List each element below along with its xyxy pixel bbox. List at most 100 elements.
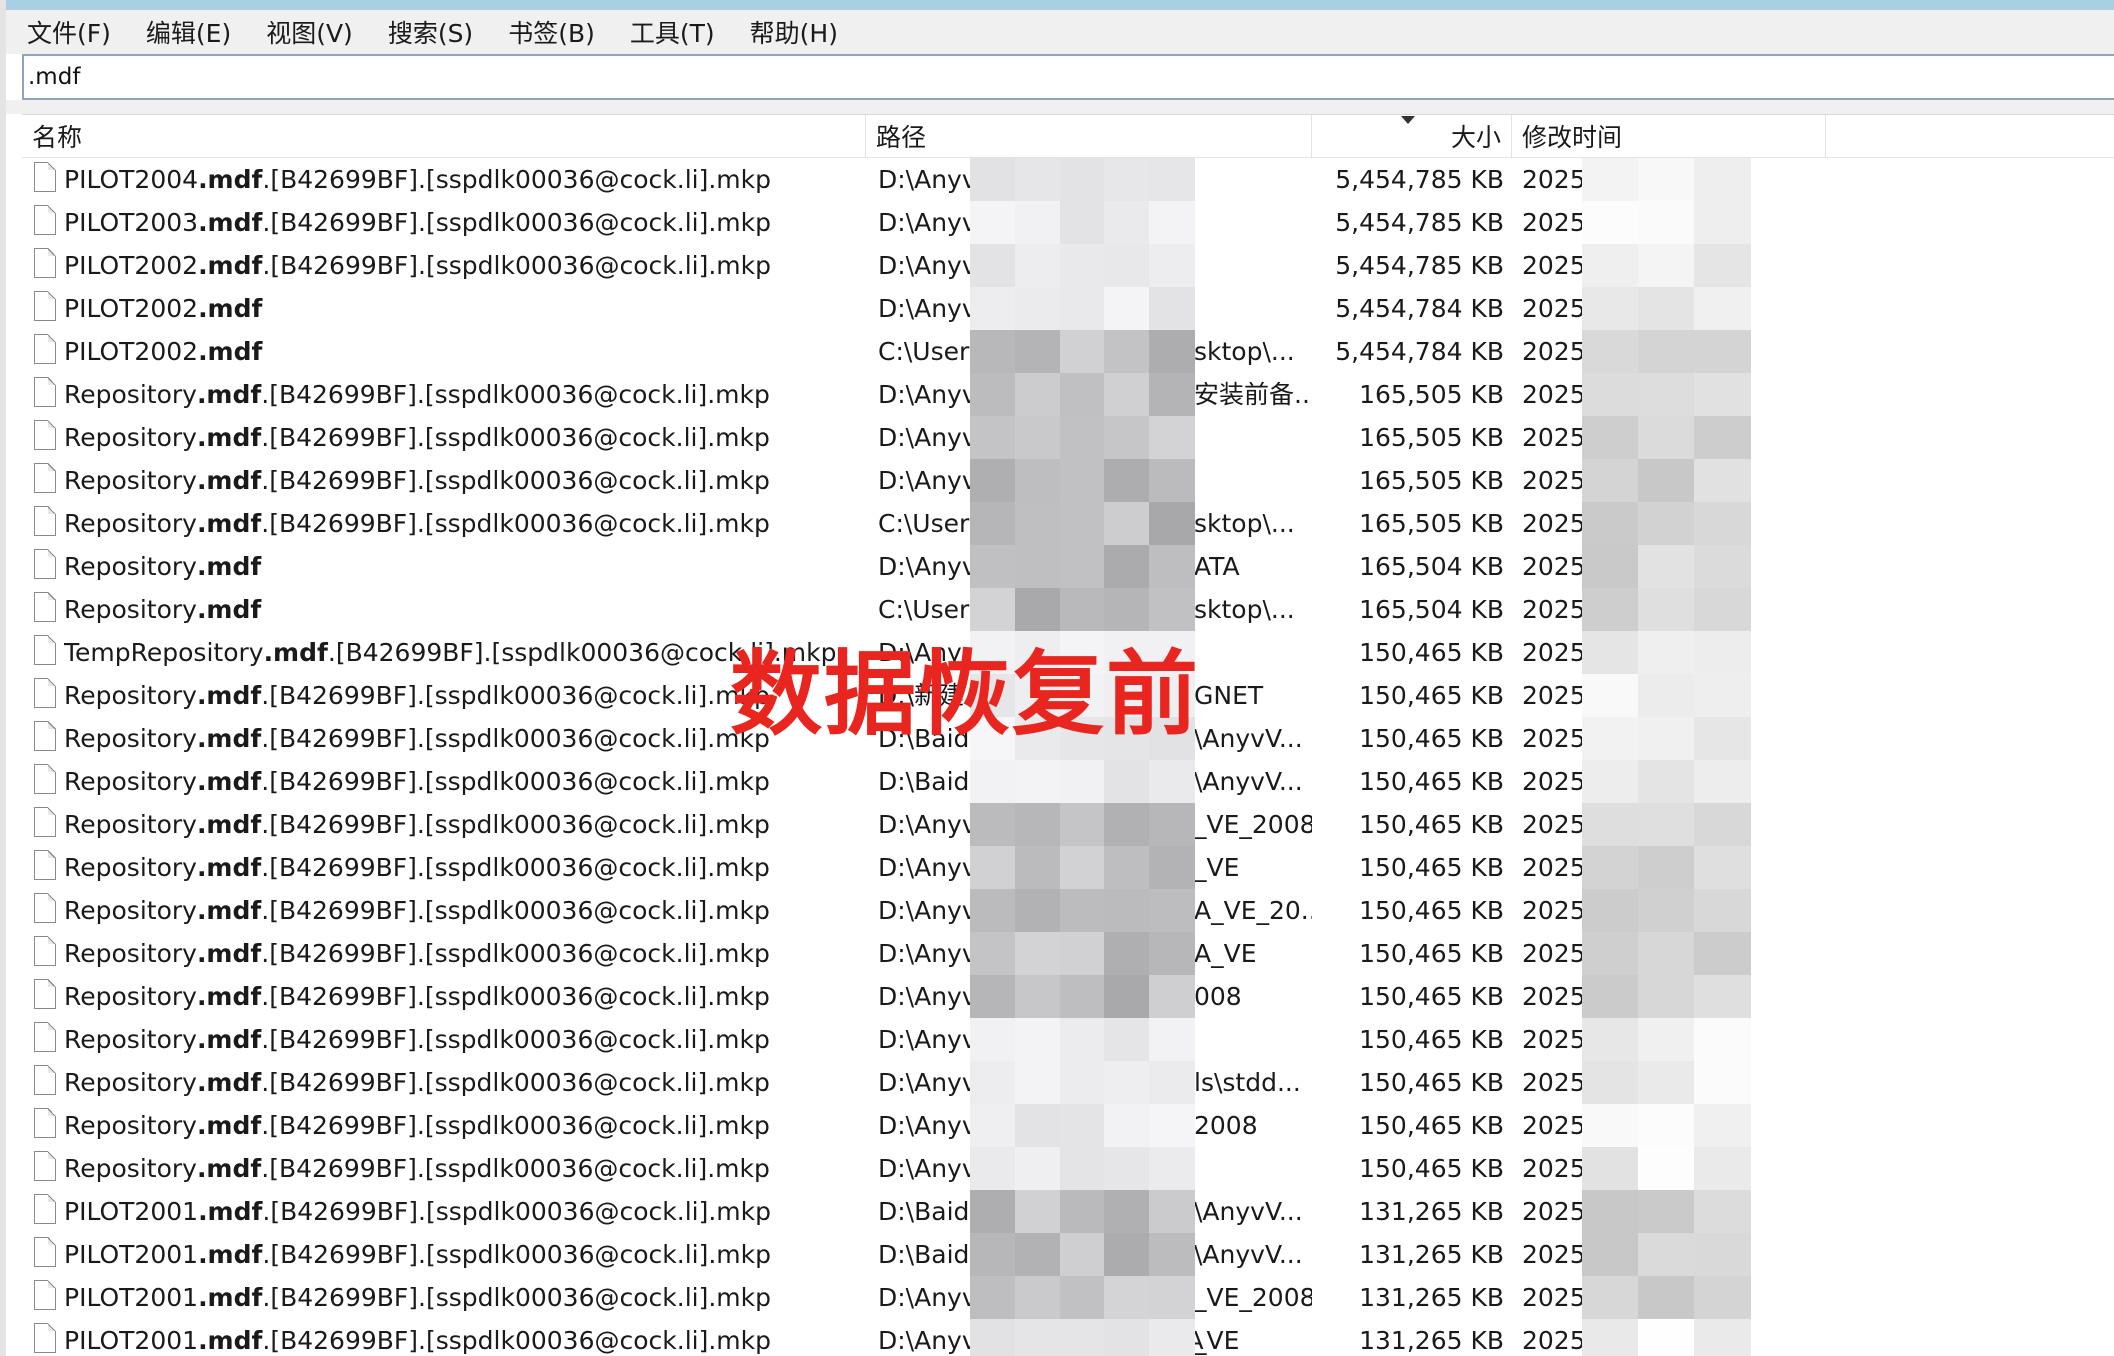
- file-name-match: .mdf: [198, 1326, 263, 1355]
- file-size: 150,465 KB: [1359, 982, 1504, 1011]
- file-path-end: [1194, 459, 1312, 502]
- file-icon: [34, 764, 56, 794]
- file-icon: [34, 420, 56, 450]
- file-size: 5,454,785 KB: [1335, 208, 1504, 237]
- file-name-match: .mdf: [196, 853, 262, 882]
- file-path-end: 2008: [1194, 1111, 1258, 1140]
- file-path-end: [1194, 158, 1312, 201]
- file-name: Repository.mdf.[B42699BF].[sspdlk00036@c…: [64, 416, 864, 459]
- file-path-start: D:\Anyv: [878, 1111, 977, 1140]
- file-name-match: .mdf: [196, 552, 262, 581]
- file-icon: [34, 592, 56, 622]
- file-icon: [34, 850, 56, 880]
- file-path-start: D:\Anyv: [878, 165, 977, 194]
- file-path-start: C:\User: [878, 337, 970, 366]
- file-name-base: Repository: [64, 423, 197, 452]
- file-path-end: sktop\...: [1194, 509, 1295, 538]
- file-name-match: .mdf: [196, 1111, 262, 1140]
- file-size: 165,505 KB: [1359, 509, 1504, 538]
- menu-bookmarks[interactable]: 书签(B): [494, 14, 609, 50]
- file-name: PILOT2001.mdf.[B42699BF].[sspdlk00036@co…: [64, 1276, 864, 1319]
- file-name-match: .mdf: [196, 681, 262, 710]
- file-icon: [34, 1022, 56, 1052]
- file-name-suffix: .[B42699BF].[sspdlk00036@cock.li].mkp: [262, 165, 771, 194]
- file-name-base: Repository: [64, 939, 197, 968]
- file-path-end: \AnyvV...: [1194, 1240, 1303, 1269]
- file-name-match: .mdf: [196, 1025, 262, 1054]
- file-name: PILOT2001.mdf.[B42699BF].[sspdlk00036@co…: [64, 1319, 864, 1356]
- file-name-suffix: .[B42699BF].[sspdlk00036@cock.li].mkp: [261, 423, 770, 452]
- file-name-match: .mdf: [198, 208, 263, 237]
- file-name-match: .mdf: [196, 724, 262, 753]
- file-path-start: D:\Anyv: [878, 1025, 977, 1054]
- file-name-base: TempRepository: [64, 638, 264, 667]
- file-name-match: .mdf: [196, 982, 262, 1011]
- file-path-start: D:\Anyv: [878, 1068, 977, 1097]
- file-path-start: D:\Anyv: [878, 896, 977, 925]
- file-size: 165,505 KB: [1359, 466, 1504, 495]
- file-name: PILOT2002.mdf: [64, 330, 864, 373]
- file-path-start: D:\Baid: [878, 1240, 970, 1269]
- file-size: 5,454,785 KB: [1335, 251, 1504, 280]
- file-name-match: .mdf: [196, 423, 262, 452]
- file-name-match: .mdf: [198, 251, 263, 280]
- file-size: 165,504 KB: [1359, 595, 1504, 624]
- file-name: PILOT2004.mdf.[B42699BF].[sspdlk00036@co…: [64, 158, 864, 201]
- file-icon: [34, 1237, 56, 1267]
- file-name: PILOT2001.mdf.[B42699BF].[sspdlk00036@co…: [64, 1233, 864, 1276]
- column-header-name-label: 名称: [32, 123, 83, 152]
- file-name-base: Repository: [64, 466, 197, 495]
- file-name-match: .mdf: [196, 767, 262, 796]
- file-name: Repository.mdf.[B42699BF].[sspdlk00036@c…: [64, 1147, 864, 1190]
- menu-file[interactable]: 文件(F): [13, 14, 125, 50]
- file-name-base: Repository: [64, 552, 197, 581]
- file-name-suffix: .[B42699BF].[sspdlk00036@cock.li].mkp: [262, 1326, 771, 1355]
- file-path-end: [1194, 416, 1312, 459]
- menu-tools[interactable]: 工具(T): [616, 14, 729, 50]
- file-path-end: [1194, 201, 1312, 244]
- file-name-suffix: .[B42699BF].[sspdlk00036@cock.li].mkp: [261, 1025, 770, 1054]
- file-name-suffix: .[B42699BF].[sspdlk00036@cock.li].mkp: [261, 466, 770, 495]
- column-header-path[interactable]: 路径: [866, 115, 1312, 157]
- file-name: Repository.mdf.[B42699BF].[sspdlk00036@c…: [64, 1018, 864, 1061]
- menu-view[interactable]: 视图(V): [252, 14, 367, 50]
- file-name-suffix: .[B42699BF].[sspdlk00036@cock.li].mkp: [261, 681, 770, 710]
- file-path-end: _VE: [1194, 1326, 1240, 1355]
- menu-edit[interactable]: 编辑(E): [132, 14, 245, 50]
- path-privacy-mosaic: [970, 158, 1195, 1356]
- file-name: Repository.mdf.[B42699BF].[sspdlk00036@c…: [64, 1061, 864, 1104]
- file-name-suffix: .[B42699BF].[sspdlk00036@cock.li].mkp: [261, 982, 770, 1011]
- file-size: 150,465 KB: [1359, 1025, 1504, 1054]
- file-name-base: Repository: [64, 724, 197, 753]
- file-name: PILOT2001.mdf.[B42699BF].[sspdlk00036@co…: [64, 1190, 864, 1233]
- file-name-base: PILOT2004: [64, 165, 199, 194]
- file-name-base: PILOT2002: [64, 294, 199, 323]
- menu-help[interactable]: 帮助(H): [736, 14, 852, 50]
- file-path-start: D:\Anyv: [878, 466, 977, 495]
- overlay-caption: 数据恢复前: [730, 641, 1201, 748]
- file-size: 150,465 KB: [1359, 1111, 1504, 1140]
- file-path-end: GNET: [1194, 681, 1264, 710]
- file-name-suffix: .[B42699BF].[sspdlk00036@cock.li].mkp: [261, 939, 770, 968]
- file-name: Repository.mdf.[B42699BF].[sspdlk00036@c…: [64, 459, 864, 502]
- file-name-suffix: .[B42699BF].[sspdlk00036@cock.li].mkp: [262, 1240, 771, 1269]
- file-size: 150,465 KB: [1359, 939, 1504, 968]
- column-header-name[interactable]: 名称: [22, 115, 866, 157]
- search-input[interactable]: [28, 56, 2098, 98]
- file-name: Repository.mdf.[B42699BF].[sspdlk00036@c…: [64, 373, 864, 416]
- file-path-end: _VE: [1194, 853, 1240, 882]
- file-name: Repository.mdf: [64, 545, 864, 588]
- menu-search[interactable]: 搜索(S): [374, 14, 487, 50]
- file-icon: [34, 506, 56, 536]
- file-size: 150,465 KB: [1359, 1154, 1504, 1183]
- file-icon: [34, 334, 56, 364]
- file-icon: [34, 1323, 56, 1353]
- file-name: PILOT2002.mdf.[B42699BF].[sspdlk00036@co…: [64, 244, 864, 287]
- sort-descending-icon: [1401, 116, 1415, 124]
- file-path-end: \AnyvV...: [1194, 724, 1303, 753]
- file-name-base: Repository: [64, 896, 197, 925]
- column-header-modified[interactable]: 修改时间: [1512, 115, 1826, 157]
- file-name-suffix: .[B42699BF].[sspdlk00036@cock.li].mkp: [262, 208, 771, 237]
- file-icon: [34, 678, 56, 708]
- file-size: 5,454,784 KB: [1335, 294, 1504, 323]
